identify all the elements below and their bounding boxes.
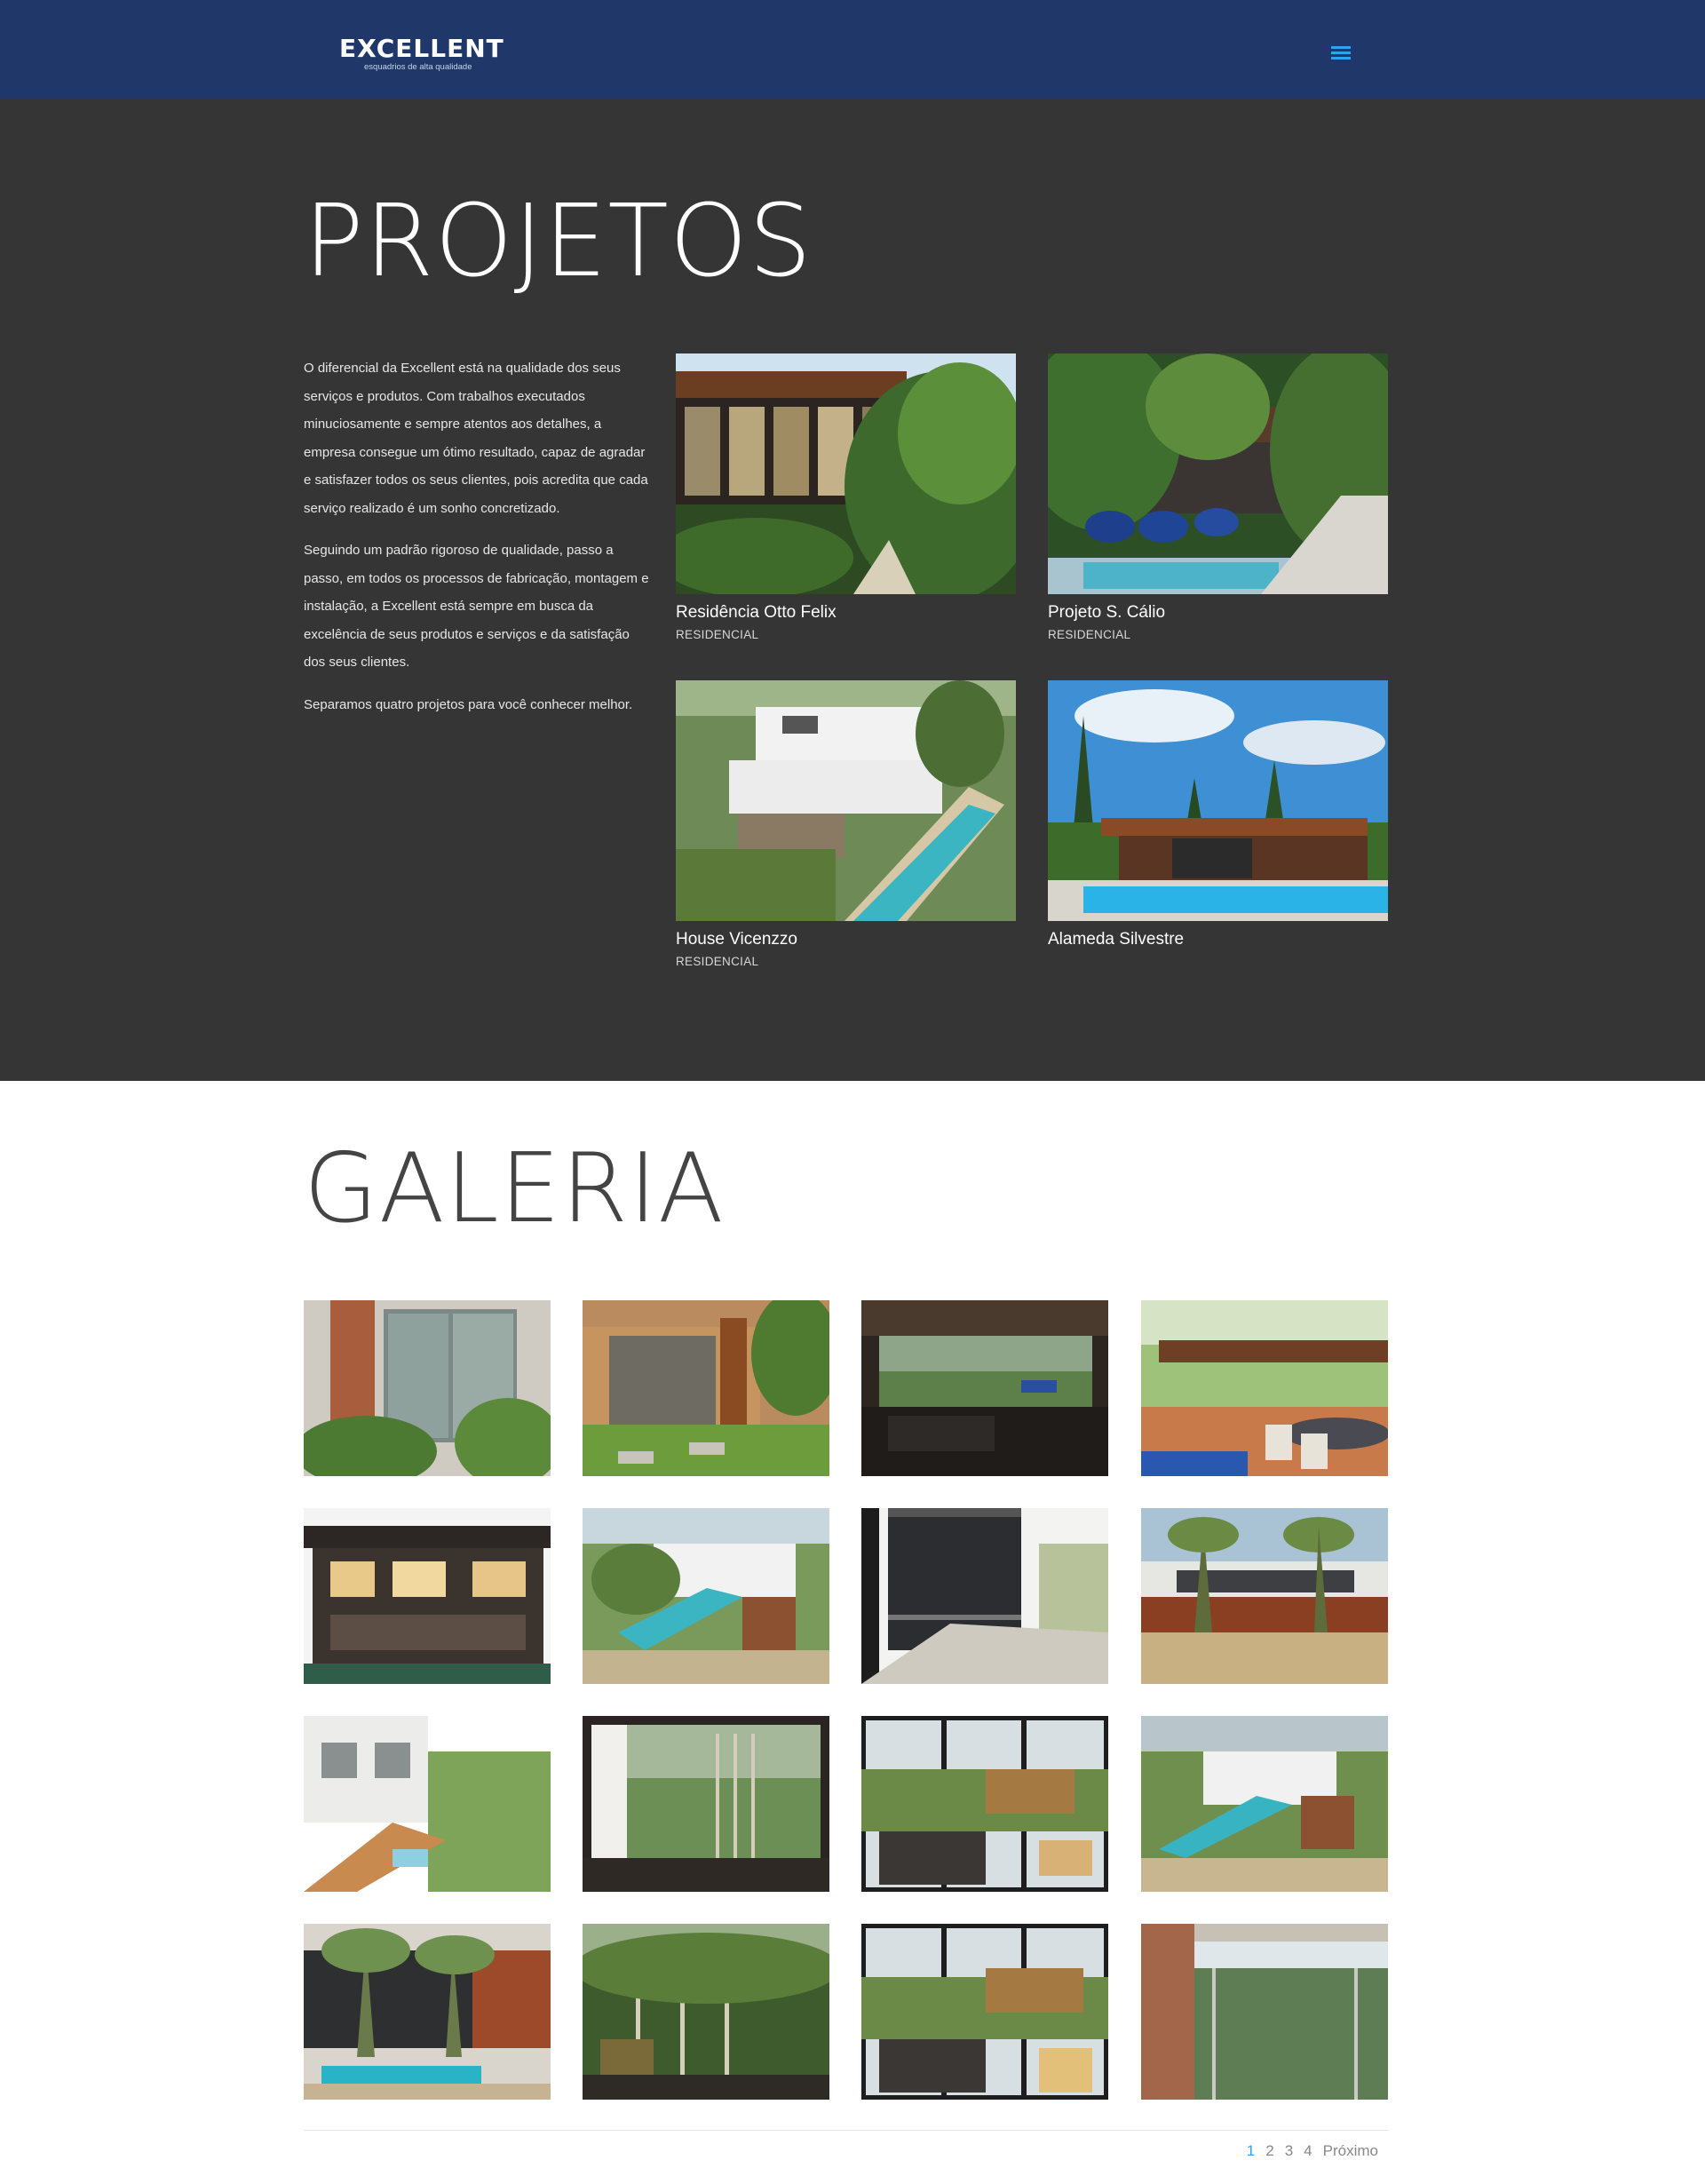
project-image[interactable] <box>1048 680 1388 921</box>
next-page-link[interactable]: Próximo <box>1323 2142 1378 2160</box>
gallery-thumbnail[interactable] <box>583 1300 829 1476</box>
gallery-thumbnail[interactable] <box>304 1716 551 1892</box>
project-category: RESIDENCIAL <box>676 628 759 641</box>
gallery-thumbnail[interactable] <box>1141 1300 1388 1476</box>
project-category: RESIDENCIAL <box>676 955 759 968</box>
gallery-thumbnail[interactable] <box>1141 1924 1388 2100</box>
gallery-title: GALERIA <box>304 1133 725 1244</box>
projects-section: PROJETOS O diferencial da Excellent está… <box>0 99 1705 1081</box>
project-name[interactable]: Alameda Silvestre <box>1048 930 1388 949</box>
gallery-thumbnail[interactable] <box>583 1716 829 1892</box>
gallery-thumbnail[interactable] <box>861 1508 1108 1684</box>
intro-paragraph-1: O diferencial da Excellent está na quali… <box>304 361 648 516</box>
project-category: RESIDENCIAL <box>1048 628 1131 641</box>
project-image[interactable] <box>676 680 1016 921</box>
projects-intro: O diferencial da Excellent está na quali… <box>304 354 650 733</box>
project-name[interactable]: Projeto S. Cálio <box>1048 603 1388 623</box>
gallery-thumbnail[interactable] <box>304 1924 551 2100</box>
logo-tagline: esquadrios de alta qualidade <box>364 62 472 72</box>
gallery-thumbnail[interactable] <box>861 1924 1108 2100</box>
gallery-thumbnail[interactable] <box>1141 1508 1388 1684</box>
intro-paragraph-2: Seguindo um padrão rigoroso de qualidade… <box>304 543 649 670</box>
page-link-3[interactable]: 3 <box>1285 2142 1293 2160</box>
gallery-thumbnail[interactable] <box>583 1508 829 1684</box>
site-header: EXCELLENT esquadrios de alta qualidade <box>0 0 1705 99</box>
project-image[interactable] <box>676 353 1016 594</box>
gallery-thumbnail[interactable] <box>304 1508 551 1684</box>
project-name[interactable]: House Vicenzzo <box>676 930 1016 949</box>
logo-text: EXCELLENT <box>339 34 504 63</box>
project-image[interactable] <box>1048 353 1388 594</box>
page-link-2[interactable]: 2 <box>1265 2142 1273 2160</box>
hamburger-menu-icon[interactable] <box>1331 46 1351 60</box>
excellent-logo[interactable]: EXCELLENT esquadrios de alta qualidade <box>339 34 504 75</box>
projects-title: PROJETOS <box>304 184 813 299</box>
intro-paragraph-3: Separamos quatro projetos para você conh… <box>304 696 633 712</box>
gallery-thumbnail[interactable] <box>861 1716 1108 1892</box>
gallery-thumbnail[interactable] <box>583 1924 829 2100</box>
gallery-thumbnail[interactable] <box>1141 1716 1388 1892</box>
gallery-thumbnail[interactable] <box>861 1300 1108 1476</box>
project-card[interactable]: Projeto S. Cálio RESIDENCIAL <box>1048 353 1388 641</box>
page-link-1[interactable]: 1 <box>1247 2142 1255 2160</box>
project-name[interactable]: Residência Otto Felix <box>676 603 1016 623</box>
project-card[interactable]: Residência Otto Felix RESIDENCIAL <box>676 353 1016 641</box>
pagination-divider <box>304 2130 1388 2131</box>
project-card[interactable]: Alameda Silvestre <box>1048 680 1388 949</box>
page-link-4[interactable]: 4 <box>1304 2142 1312 2160</box>
gallery-pagination: 1 2 3 4 Próximo <box>1247 2142 1378 2160</box>
gallery-thumbnail[interactable] <box>304 1300 551 1476</box>
project-card[interactable]: House Vicenzzo RESIDENCIAL <box>676 680 1016 968</box>
